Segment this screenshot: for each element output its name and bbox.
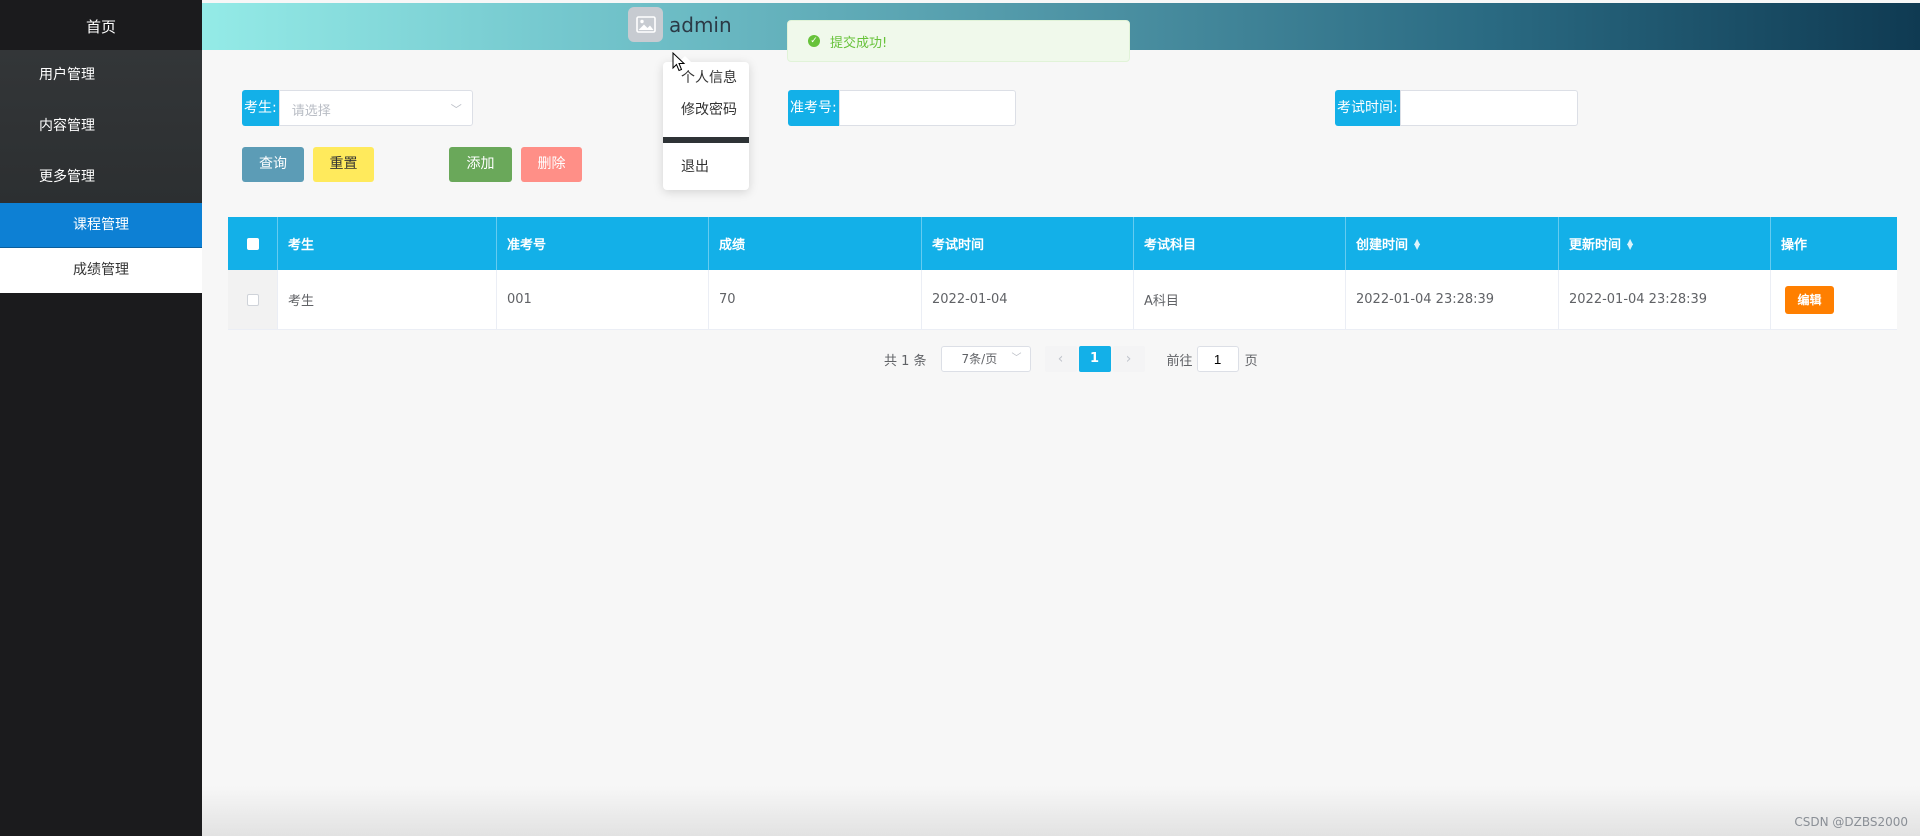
student-field: 考生: 请选择 ﹀ [242, 90, 473, 126]
exam-time-input[interactable] [1399, 90, 1578, 126]
sidebar-item-more-management[interactable]: 更多管理 [0, 152, 202, 203]
sidebar-item-user-management[interactable]: 用户管理 [0, 50, 202, 101]
sort-icon[interactable]: ▲ ▼ [1627, 237, 1633, 250]
toast-message: 提交成功! [830, 35, 888, 51]
add-button[interactable]: 添加 [449, 147, 512, 182]
success-toast: ✓ 提交成功! [787, 20, 1130, 62]
cell-updated: 2022-01-04 23:28:39 [1559, 270, 1771, 329]
bottom-shade [202, 786, 1920, 836]
sidebar-item-course-management[interactable]: 课程管理 [0, 203, 202, 248]
exam-time-field: 考试时间: [1335, 90, 1578, 126]
table-header: 考生 准考号 成绩 考试时间 考试科目 创建时间 ▲ ▼ 更新时间 ▲ ▼ 操作 [228, 217, 1897, 270]
pagination-total: 共 1 条 [884, 353, 927, 369]
page-size-select[interactable]: 7条/页 ﹀ [940, 346, 1031, 372]
reset-button[interactable]: 重置 [313, 147, 374, 182]
sidebar-item-content-management[interactable]: 内容管理 [0, 101, 202, 152]
cell-ticket: 001 [497, 270, 709, 329]
sort-icon[interactable]: ▲ ▼ [1414, 237, 1420, 250]
column-updated[interactable]: 更新时间 ▲ ▼ [1559, 217, 1771, 270]
check-circle-icon: ✓ [808, 35, 820, 47]
watermark: CSDN @DZBS2000 [1794, 815, 1908, 829]
column-student: 考生 [278, 217, 497, 270]
image-icon [635, 16, 656, 33]
student-select-placeholder: 请选择 [291, 104, 331, 119]
header-select-all[interactable] [228, 217, 278, 270]
prev-page-button[interactable]: ‹ [1044, 346, 1077, 372]
cell-subject: A科目 [1134, 270, 1346, 329]
chevron-down-icon: ﹀ [1011, 353, 1022, 364]
ticket-input[interactable] [838, 90, 1016, 126]
column-created-label: 创建时间 [1356, 238, 1409, 253]
column-created[interactable]: 创建时间 ▲ ▼ [1346, 217, 1559, 270]
menu-divider [663, 137, 749, 143]
cell-student: 考生 [278, 270, 497, 329]
select-all-checkbox[interactable] [246, 237, 259, 250]
sidebar-menu: 用户管理 内容管理 更多管理 [0, 50, 202, 203]
sidebar-item-home[interactable]: 首页 [0, 0, 202, 50]
goto-prefix: 前往 [1166, 353, 1193, 369]
cell-exam-time: 2022-01-04 [922, 270, 1134, 329]
page-size-value: 7条/页 [961, 352, 998, 366]
pagination: 共 1 条 7条/页 ﹀ ‹ 1 › 前往 页 [884, 346, 1258, 372]
table-row: 考生 001 70 2022-01-04 A科目 2022-01-04 23:2… [228, 270, 1897, 330]
page-number-current[interactable]: 1 [1078, 346, 1111, 372]
query-button[interactable]: 查询 [242, 147, 304, 182]
cell-score: 70 [709, 270, 922, 329]
avatar[interactable] [628, 7, 663, 42]
cell-actions: 编辑 [1771, 270, 1897, 329]
column-actions: 操作 [1781, 238, 1808, 253]
scores-table: 考生 准考号 成绩 考试时间 考试科目 创建时间 ▲ ▼ 更新时间 ▲ ▼ 操作 考生 … [228, 217, 1897, 330]
sidebar: 首页 用户管理 内容管理 更多管理 课程管理 成绩管理 [0, 0, 202, 836]
student-label: 考生: [242, 90, 279, 126]
student-select[interactable]: 请选择 ﹀ [278, 90, 473, 126]
chevron-down-icon: ﹀ [450, 103, 462, 116]
next-page-button[interactable]: › [1112, 346, 1145, 372]
edit-button[interactable]: 编辑 [1785, 285, 1834, 314]
column-score: 成绩 [709, 217, 922, 270]
row-select[interactable] [228, 270, 278, 329]
menu-item-logout[interactable]: 退出 [663, 151, 749, 183]
exam-time-label: 考试时间: [1335, 90, 1400, 126]
goto-page-input[interactable] [1196, 346, 1239, 372]
column-exam-time: 考试时间 [922, 217, 1134, 270]
menu-item-change-password[interactable]: 修改密码 [663, 94, 749, 126]
goto-suffix: 页 [1244, 353, 1258, 369]
ticket-label: 准考号: [788, 90, 839, 126]
chevron-left-icon: ‹ [1057, 351, 1064, 367]
column-subject: 考试科目 [1134, 217, 1346, 270]
sidebar-item-score-management[interactable]: 成绩管理 [0, 248, 202, 293]
column-updated-label: 更新时间 [1569, 238, 1622, 253]
ticket-field: 准考号: [788, 90, 1016, 126]
cell-created: 2022-01-04 23:28:39 [1346, 270, 1559, 329]
user-dropdown-menu: 个人信息 修改密码 退出 [663, 56, 749, 190]
chevron-right-icon: › [1125, 351, 1132, 367]
username[interactable]: admin [669, 13, 732, 37]
delete-button[interactable]: 删除 [521, 147, 582, 182]
row-checkbox[interactable] [246, 293, 259, 306]
mouse-cursor-icon [672, 52, 686, 72]
column-ticket: 准考号 [497, 217, 709, 270]
